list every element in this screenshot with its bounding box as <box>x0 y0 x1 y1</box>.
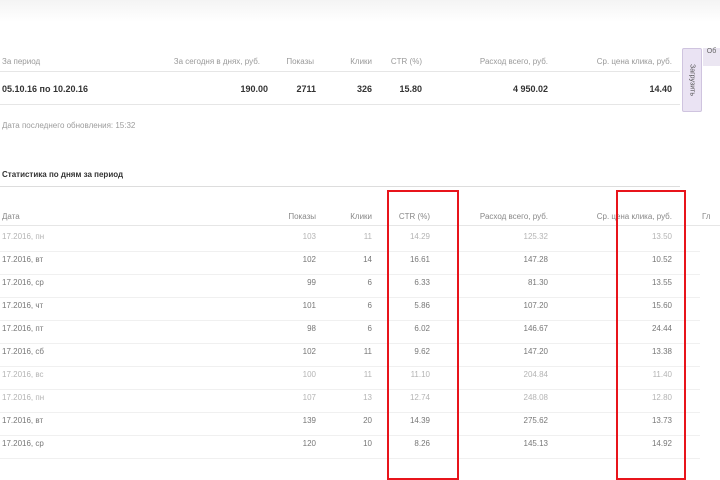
row-divider <box>0 435 700 436</box>
cell-date: 17.2016, пт <box>2 324 44 333</box>
summary-table-header: За период За сегодня в днях, руб. Показы… <box>0 55 680 69</box>
table-row: 17.2016, вт 139 20 14.39 275.62 13.73 <box>0 416 700 439</box>
cell-shows: 120 <box>302 439 316 448</box>
cell-shows: 101 <box>302 301 316 310</box>
summary-header-spend: Расход всего, руб. <box>479 57 548 66</box>
cell-clicks: 20 <box>363 416 372 425</box>
cell-date: 17.2016, ср <box>2 439 44 448</box>
summary-bottom-divider <box>0 104 680 105</box>
summary-clicks: 326 <box>356 84 372 94</box>
cell-shows: 98 <box>307 324 316 333</box>
cell-clicks: 14 <box>363 255 372 264</box>
cell-date: 17.2016, чт <box>2 301 44 310</box>
cell-clicks: 11 <box>363 232 372 241</box>
summary-header-today: За сегодня в днях, руб. <box>173 57 260 66</box>
table-row: 17.2016, вс 100 11 11.10 204.84 11.40 <box>0 370 700 393</box>
table-row: 17.2016, сб 102 11 9.62 147.20 13.38 <box>0 347 700 370</box>
summary-header-clicks: Клики <box>350 57 372 66</box>
cell-clicks: 6 <box>367 278 372 287</box>
row-divider <box>0 297 700 298</box>
row-divider <box>0 320 700 321</box>
cell-shows: 99 <box>307 278 316 287</box>
table-row: 17.2016, пт 98 6 6.02 146.67 24.44 <box>0 324 700 347</box>
row-divider <box>0 274 700 275</box>
cell-date: 17.2016, вт <box>2 416 44 425</box>
summary-ctr: 15.80 <box>399 84 422 94</box>
daily-header-shows[interactable]: Показы <box>272 212 316 221</box>
table-row: 17.2016, вт 102 14 16.61 147.28 10.52 <box>0 255 700 278</box>
cell-clicks: 11 <box>363 370 372 379</box>
cpc-highlight-box <box>616 190 686 480</box>
download-side-button[interactable]: Загрузить <box>682 48 702 112</box>
top-fade <box>0 0 720 22</box>
summary-divider <box>0 71 680 72</box>
row-divider <box>0 458 700 459</box>
table-row: 17.2016, чт 101 6 5.86 107.20 15.60 <box>0 301 700 324</box>
cell-shows: 102 <box>302 255 316 264</box>
table-row: 17.2016, пн 103 11 14.29 125.32 13.50 <box>0 232 700 255</box>
cell-date: 17.2016, ср <box>2 278 44 287</box>
table-row: 17.2016, пн 107 13 12.74 248.08 12.80 <box>0 393 700 416</box>
summary-header-shows: Показы <box>286 57 314 66</box>
cell-date: 17.2016, пн <box>2 393 45 402</box>
table-row: 17.2016, ср 99 6 6.33 81.30 13.55 <box>0 278 700 301</box>
ctr-highlight-box <box>387 190 459 480</box>
summary-header-ctr: CTR (%) <box>390 57 422 66</box>
summary-spend: 4 950.02 <box>512 84 548 94</box>
daily-header-date[interactable]: Дата <box>2 212 20 221</box>
daily-header-divider <box>0 225 720 226</box>
cell-shows: 102 <box>302 347 316 356</box>
cell-date: 17.2016, вс <box>2 370 44 379</box>
summary-header-cpc: Ср. цена клика, руб. <box>596 57 672 66</box>
cell-clicks: 6 <box>367 324 372 333</box>
summary-header-period: За период <box>2 57 41 66</box>
daily-header-clipped[interactable]: Гл <box>702 212 711 221</box>
cell-clicks: 10 <box>363 439 372 448</box>
summary-row: 05.10.16 по 10.20.16 190.00 2711 326 15.… <box>0 84 680 100</box>
row-divider <box>0 412 700 413</box>
cell-clicks: 6 <box>367 301 372 310</box>
daily-header-clicks[interactable]: Клики <box>330 212 372 221</box>
cell-clicks: 11 <box>363 347 372 356</box>
last-update-note: Дата последнего обновления: 15:32 <box>2 121 136 130</box>
cell-date: 17.2016, пн <box>2 232 45 241</box>
summary-shows: 2711 <box>296 84 316 94</box>
cell-shows: 100 <box>302 370 316 379</box>
cell-shows: 103 <box>302 232 316 241</box>
right-clipped-tab[interactable]: Об <box>703 48 720 66</box>
row-divider <box>0 389 700 390</box>
cell-shows: 107 <box>302 393 316 402</box>
daily-table-header: Дата Показы Клики CTR (%) Расход всего, … <box>0 210 711 224</box>
section-divider <box>0 186 680 187</box>
cell-clicks: 13 <box>363 393 372 402</box>
table-row: 17.2016, ср 120 10 8.26 145.13 14.92 <box>0 439 700 462</box>
summary-period: 05.10.16 по 10.20.16 <box>2 84 89 94</box>
row-divider <box>0 343 700 344</box>
cell-shows: 139 <box>302 416 316 425</box>
row-divider <box>0 366 700 367</box>
row-divider <box>0 251 700 252</box>
cell-date: 17.2016, вт <box>2 255 44 264</box>
daily-section-title: Статистика по дням за период <box>2 170 124 179</box>
summary-cpc: 14.40 <box>649 84 672 94</box>
cell-date: 17.2016, сб <box>2 347 44 356</box>
summary-today: 190.00 <box>240 84 268 94</box>
